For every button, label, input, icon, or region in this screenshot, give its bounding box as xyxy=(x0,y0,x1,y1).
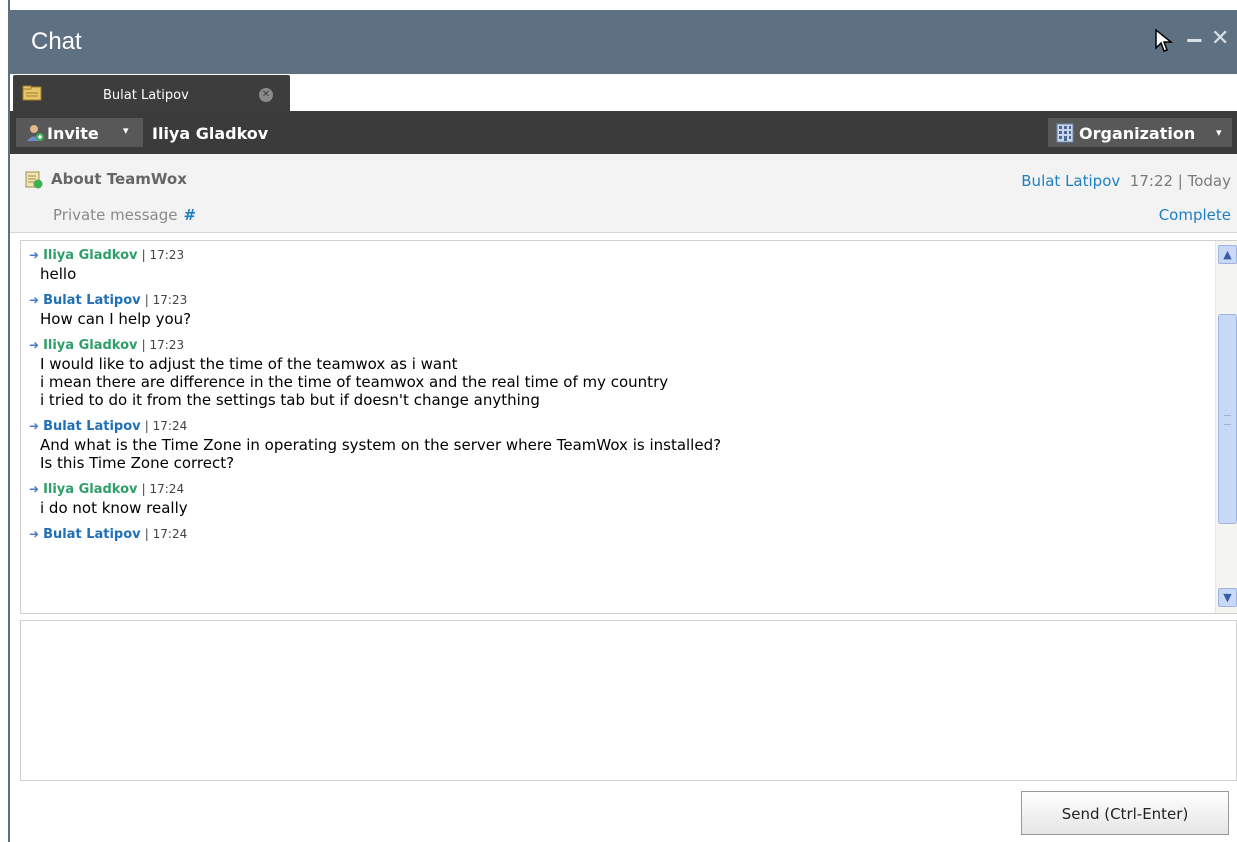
message-list: ➜ Iliya Gladkov | 17:23 hello ➜ Bulat Latipo… xyxy=(29,246,1199,552)
tab-close-icon[interactable]: ✕ xyxy=(259,88,273,102)
message-arrow-icon: ➜ xyxy=(29,482,40,496)
invite-button[interactable]: Invite ▾ xyxy=(16,118,143,147)
message-hash-link[interactable]: # xyxy=(183,206,196,224)
message-header: ➜ Bulat Latipov | 17:23 xyxy=(29,291,1199,310)
message-author[interactable]: Iliya Gladkov xyxy=(43,248,137,263)
close-window-icon[interactable]: ✕ xyxy=(1211,28,1233,50)
message-author[interactable]: Iliya Gladkov xyxy=(43,482,137,497)
scroll-thumb[interactable] xyxy=(1218,314,1237,524)
topic-icon xyxy=(25,171,43,189)
message-text-line: hello xyxy=(40,265,77,283)
title-bar[interactable]: Chat ‒ ✕ xyxy=(10,10,1237,74)
message-text-line: I would like to adjust the time of the t… xyxy=(40,355,458,373)
organization-button[interactable]: Organization ▾ xyxy=(1048,118,1232,147)
chat-tab-icon xyxy=(22,85,42,101)
message-input[interactable] xyxy=(20,620,1237,781)
building-icon xyxy=(1056,123,1074,143)
message-arrow-icon: ➜ xyxy=(29,293,40,307)
message-header: ➜ Bulat Latipov | 17:24 xyxy=(29,525,1199,544)
message-arrow-icon: ➜ xyxy=(29,248,40,262)
message-item: ➜ Iliya Gladkov | 17:24 i do not know real… xyxy=(29,480,1199,517)
message-text-line: How can I help you? xyxy=(40,310,192,328)
message-text-line: i do not know really xyxy=(40,499,188,517)
message-header: ➜ Iliya Gladkov | 17:23 xyxy=(29,336,1199,355)
message-author[interactable]: Bulat Latipov xyxy=(43,419,141,434)
organization-dropdown-icon: ▾ xyxy=(1216,126,1222,139)
message-history[interactable]: ➜ Iliya Gladkov | 17:23 hello ➜ Bulat Latipo… xyxy=(20,240,1237,614)
vertical-scrollbar[interactable]: ▲ ▼ xyxy=(1215,241,1237,613)
message-item: ➜ Bulat Latipov | 17:24 xyxy=(29,525,1199,544)
tab-bulat-latipov[interactable]: Bulat Latipov ✕ xyxy=(13,75,290,111)
message-author[interactable]: Bulat Latipov xyxy=(43,527,141,542)
message-time: | 17:23 xyxy=(144,293,188,307)
message-text-line: i tried to do it from the settings tab b… xyxy=(40,391,540,409)
tab-label: Bulat Latipov xyxy=(103,88,189,103)
invite-dropdown-icon: ▾ xyxy=(123,124,129,137)
scroll-grip-icon xyxy=(1224,415,1231,425)
send-button[interactable]: Send (Ctrl-Enter) xyxy=(1021,791,1229,835)
message-item: ➜ Bulat Latipov | 17:23 How can I help you… xyxy=(29,291,1199,328)
message-time: | 17:24 xyxy=(141,482,185,496)
chat-toolbar: Invite ▾ Iliya Gladkov Organization ▾ xyxy=(10,111,1237,154)
window-title: Chat xyxy=(31,28,82,55)
message-time: | 17:23 xyxy=(141,338,185,352)
tab-strip: Bulat Latipov ✕ xyxy=(10,74,1237,112)
complete-link[interactable]: Complete xyxy=(1159,206,1231,224)
invite-user-icon xyxy=(26,124,44,142)
invite-label: Invite xyxy=(47,124,99,143)
private-message-label: Private message # xyxy=(53,206,196,224)
message-arrow-icon: ➜ xyxy=(29,419,40,433)
window-left-edge xyxy=(0,0,10,842)
message-header: ➜ Iliya Gladkov | 17:24 xyxy=(29,480,1199,499)
private-message-text: Private message xyxy=(53,206,178,224)
message-text-line: Is this Time Zone correct? xyxy=(40,454,235,472)
topic-author-link[interactable]: Bulat Latipov xyxy=(1021,172,1120,190)
message-item: ➜ Iliya Gladkov | 17:23 hello xyxy=(29,246,1199,283)
message-text-line: And what is the Time Zone in operating s… xyxy=(40,436,722,454)
mouse-cursor-icon xyxy=(1154,28,1174,58)
conversation-meta: Bulat Latipov 17:22 | Today xyxy=(1021,172,1231,190)
message-text-line: i mean there are difference in the time … xyxy=(40,373,669,391)
message-author[interactable]: Bulat Latipov xyxy=(43,293,141,308)
message-time: | 17:23 xyxy=(141,248,185,262)
message-arrow-icon: ➜ xyxy=(29,338,40,352)
message-time: | 17:24 xyxy=(144,419,188,433)
contact-name: Iliya Gladkov xyxy=(152,124,269,143)
scroll-up-icon[interactable]: ▲ xyxy=(1218,245,1237,264)
topic-time-date: 17:22 | Today xyxy=(1129,172,1231,190)
organization-label: Organization xyxy=(1079,124,1196,143)
conversation-info: About TeamWox Bulat Latipov 17:22 | Toda… xyxy=(10,154,1237,233)
message-author[interactable]: Iliya Gladkov xyxy=(43,338,137,353)
message-time: | 17:24 xyxy=(144,527,188,541)
scroll-down-icon[interactable]: ▼ xyxy=(1218,588,1237,607)
message-header: ➜ Iliya Gladkov | 17:23 xyxy=(29,246,1199,265)
message-arrow-icon: ➜ xyxy=(29,527,40,541)
minimize-icon[interactable]: ‒ xyxy=(1186,27,1204,51)
message-item: ➜ Bulat Latipov | 17:24 And what is the Ti… xyxy=(29,417,1199,472)
conversation-topic: About TeamWox xyxy=(51,170,187,188)
chat-window: Chat ‒ ✕ Bulat Latipov ✕ Invite ▾ Iliya … xyxy=(10,0,1237,842)
message-header: ➜ Bulat Latipov | 17:24 xyxy=(29,417,1199,436)
message-item: ➜ Iliya Gladkov | 17:23 I would like to ad… xyxy=(29,336,1199,409)
